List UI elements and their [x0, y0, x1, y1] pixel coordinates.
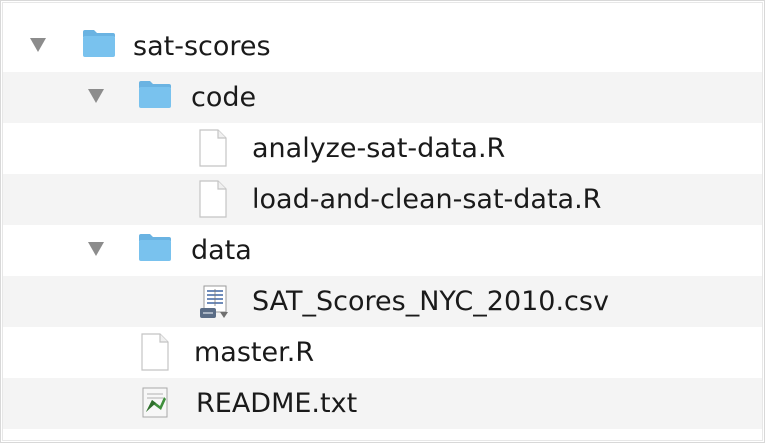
tree-row-readme[interactable]: README.txt: [3, 378, 762, 429]
tree-row-analyze-sat-data[interactable]: analyze-sat-data.R: [3, 123, 762, 174]
tree-item-label: README.txt: [196, 388, 358, 419]
folder-icon: [139, 234, 171, 261]
list-view-border: sat-scores code analyze-sat-data.R load-…: [2, 2, 763, 441]
tree-item-label: SAT_Scores_NYC_2010.csv: [252, 286, 609, 317]
disclosure-triangle-icon[interactable]: [88, 242, 104, 256]
folder-icon: [139, 81, 171, 108]
tree-row-master-r[interactable]: master.R: [3, 327, 762, 378]
tree-row-code[interactable]: code: [3, 72, 762, 123]
tree-item-label: analyze-sat-data.R: [252, 133, 506, 164]
document-icon: [199, 180, 227, 218]
tree-row-data[interactable]: data: [3, 225, 762, 276]
tree-item-label: master.R: [194, 337, 315, 368]
disclosure-triangle-icon[interactable]: [88, 89, 104, 103]
csv-file-icon: [200, 285, 228, 318]
disclosure-triangle-icon[interactable]: [30, 38, 46, 52]
tree-item-label: code: [191, 82, 257, 113]
document-icon: [199, 129, 227, 167]
tree-row-load-and-clean-sat-data[interactable]: load-and-clean-sat-data.R: [3, 174, 762, 225]
tree-item-label: sat-scores: [133, 31, 271, 62]
text-file-icon: [142, 387, 168, 418]
tree-item-label: load-and-clean-sat-data.R: [252, 184, 602, 215]
tree-item-label: data: [191, 235, 252, 266]
finder-list-view: sat-scores code analyze-sat-data.R load-…: [0, 0, 765, 443]
tree-row-sat-scores-csv[interactable]: SAT_Scores_NYC_2010.csv: [3, 276, 762, 327]
file-tree: sat-scores code analyze-sat-data.R load-…: [3, 21, 762, 429]
folder-icon: [83, 30, 115, 57]
tree-row-sat-scores[interactable]: sat-scores: [3, 21, 762, 72]
document-icon: [141, 333, 169, 371]
